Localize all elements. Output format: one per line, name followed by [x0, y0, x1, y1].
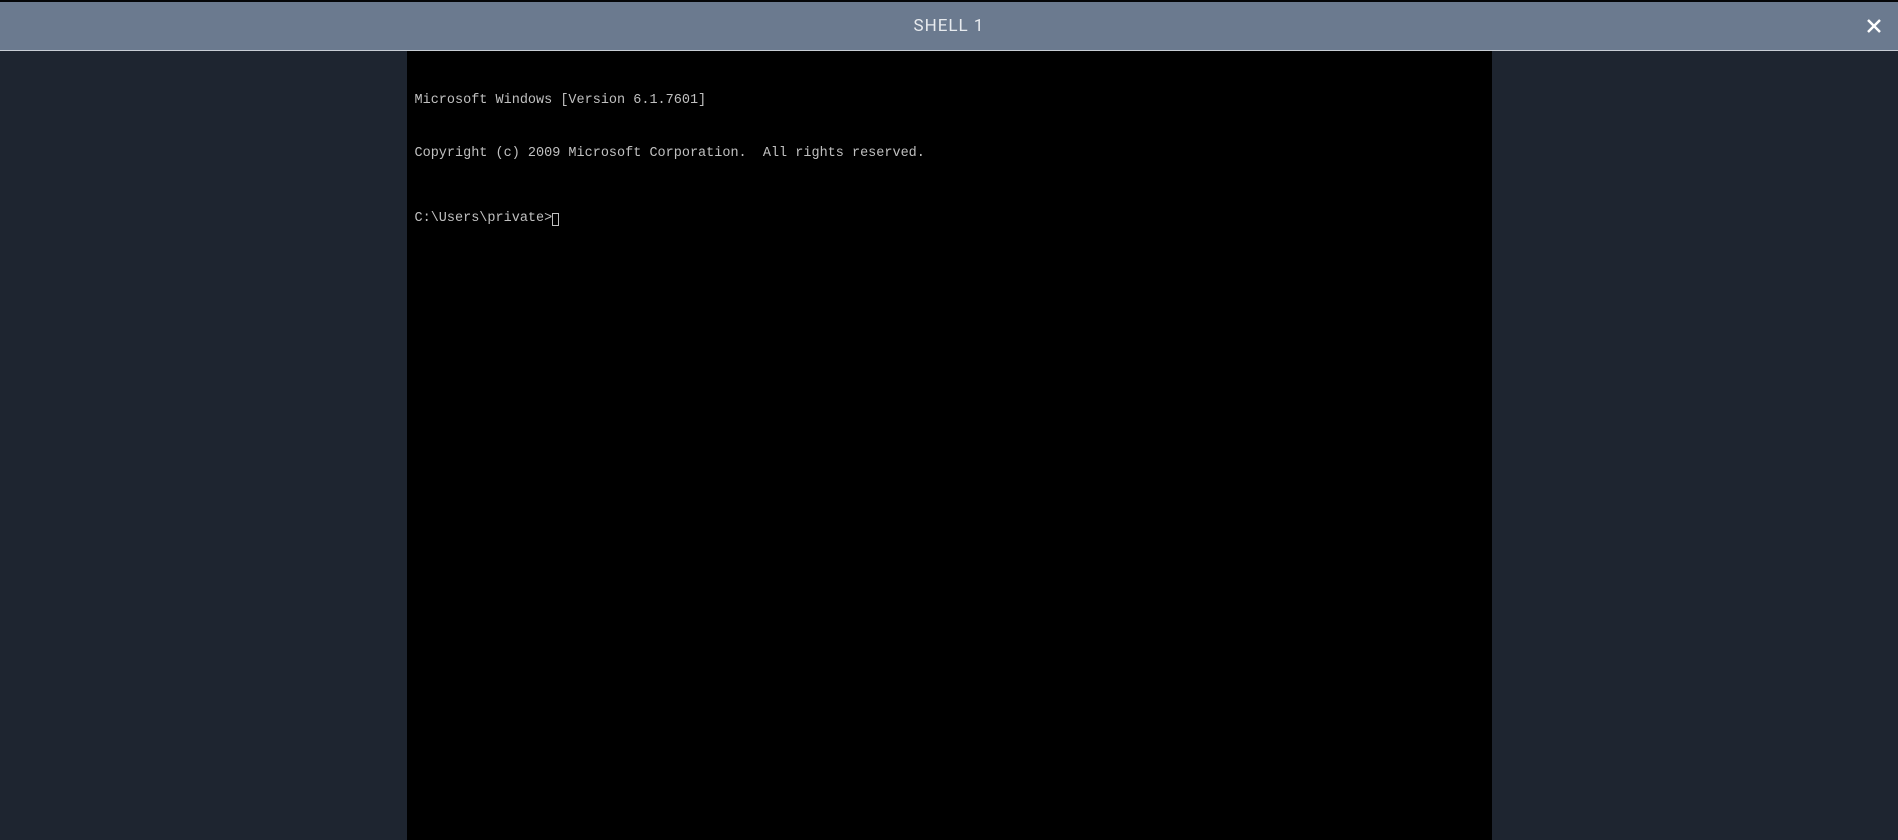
close-icon	[1866, 18, 1882, 34]
content-area: Microsoft Windows [Version 6.1.7601] Cop…	[0, 51, 1898, 840]
terminal-prompt: C:\Users\private>	[415, 210, 553, 228]
terminal-prompt-line: C:\Users\private>	[415, 210, 1484, 228]
terminal-output-line: Microsoft Windows [Version 6.1.7601]	[415, 92, 1484, 110]
titlebar: SHELL 1	[0, 2, 1898, 51]
window-title: SHELL 1	[914, 16, 985, 36]
terminal[interactable]: Microsoft Windows [Version 6.1.7601] Cop…	[407, 51, 1492, 840]
terminal-output-line: Copyright (c) 2009 Microsoft Corporation…	[415, 145, 1484, 163]
close-button[interactable]	[1862, 14, 1886, 38]
terminal-cursor	[552, 213, 559, 226]
